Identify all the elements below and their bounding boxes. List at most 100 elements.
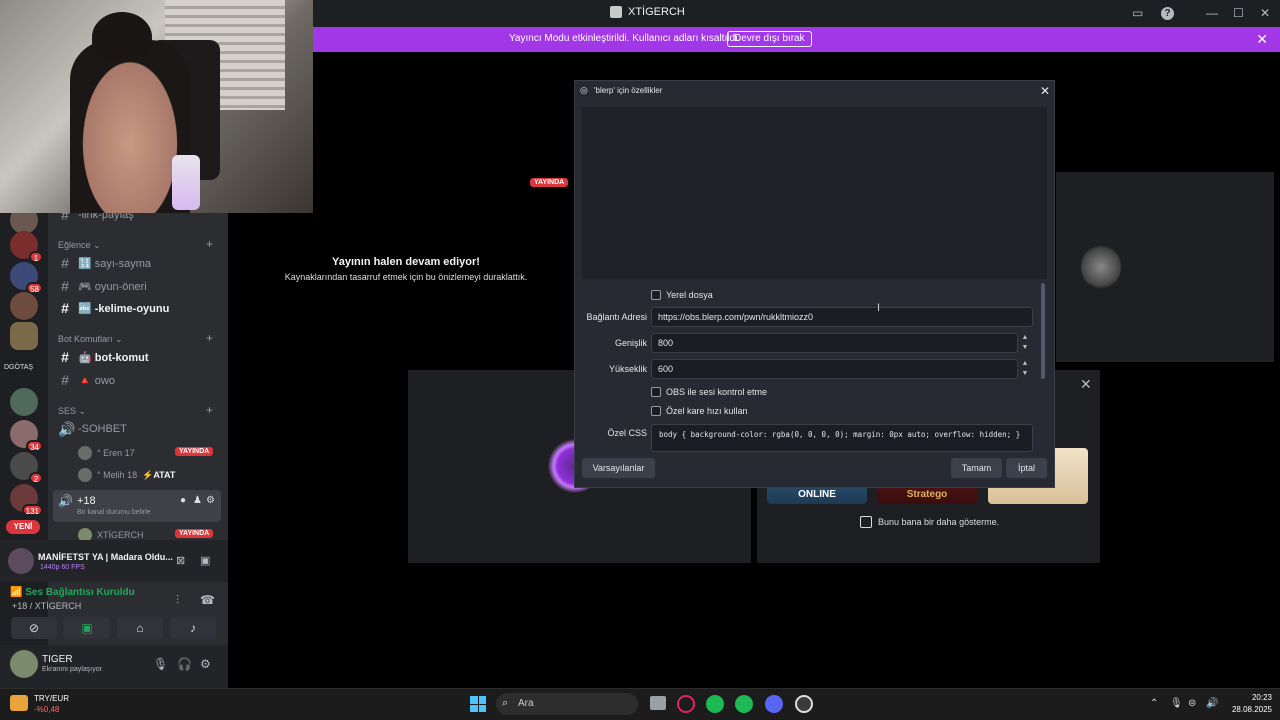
minimize-icon[interactable]: —: [1206, 6, 1218, 20]
add-user-icon[interactable]: ♟: [193, 495, 202, 506]
screen-share-button[interactable]: ▣: [64, 617, 110, 639]
tray-overflow-icon[interactable]: ⌃: [1150, 698, 1158, 709]
width-input[interactable]: 800: [651, 333, 1018, 353]
ticker-value: -%0,48: [34, 705, 60, 714]
height-input[interactable]: 600: [651, 359, 1018, 379]
gear-icon[interactable]: ⚙: [206, 495, 215, 506]
task-view-icon[interactable]: [650, 696, 666, 710]
voice-user[interactable]: ° Eren 17: [78, 446, 135, 460]
height-stepper[interactable]: ▲ ▼: [1018, 359, 1032, 379]
url-input[interactable]: https://obs.blerp.com/pwn/rukkltmiozz0: [651, 307, 1033, 327]
user-settings-gear-icon[interactable]: ⚙: [200, 657, 211, 671]
user-status: Ekranını paylaşıyor: [42, 666, 102, 673]
user-name: TIGER: [42, 654, 73, 665]
audio-control-checkbox[interactable]: [651, 387, 661, 397]
defaults-button[interactable]: Varsayılanlar: [582, 458, 655, 478]
ok-button[interactable]: Tamam: [951, 458, 1002, 478]
add-channel-icon[interactable]: +: [206, 403, 213, 417]
local-file-option[interactable]: Yerel dosya: [651, 290, 713, 300]
cam-person-head: [92, 12, 152, 62]
dont-show-again[interactable]: Bunu bana bir daha gösterme.: [860, 516, 999, 528]
server-icon[interactable]: [10, 322, 38, 350]
app-title: XTİGERCH: [610, 6, 685, 18]
channel-kelime-oyunu[interactable]: # 🔤 -kelime-oyunu: [58, 298, 223, 318]
server-icon[interactable]: [10, 388, 38, 416]
close-activity-card-icon[interactable]: ✕: [1080, 376, 1092, 393]
hash-icon: #: [61, 372, 69, 388]
inbox-icon[interactable]: ▭: [1132, 6, 1143, 20]
audio-control-option[interactable]: OBS ile sesi kontrol etme: [651, 387, 767, 397]
dialog-close-icon[interactable]: ✕: [1040, 84, 1050, 98]
url-label: Bağlantı Adresi: [586, 312, 647, 322]
live-badge: YAYINDA: [175, 529, 214, 538]
add-channel-icon[interactable]: +: [206, 237, 213, 251]
soundboard-button[interactable]: ♪: [170, 617, 216, 639]
voice-connection-status: 📶 Ses Bağlantısı Kuruldu: [10, 587, 135, 598]
taskbar-search[interactable]: Ara: [496, 693, 638, 715]
server-icon[interactable]: 1: [10, 231, 43, 263]
network-icon[interactable]: ⊜: [1188, 698, 1196, 709]
voice-channel-sohbet[interactable]: 🔊 -SOHBET: [58, 419, 223, 439]
ticker-name[interactable]: TRY/EUR: [34, 694, 69, 703]
start-icon[interactable]: [470, 696, 486, 712]
local-file-checkbox[interactable]: [651, 290, 661, 300]
category-ses[interactable]: SES ⌄: [58, 406, 86, 417]
stream-quality: 1440p 60 FPS: [40, 564, 85, 571]
channel-sayi-sayma[interactable]: # 🔢 sayı-sayma: [58, 253, 223, 273]
custom-fps-option[interactable]: Özel kare hızı kullan: [651, 406, 748, 416]
activity-button[interactable]: ⌂: [117, 617, 163, 639]
discord-icon[interactable]: [765, 695, 783, 713]
server-icon[interactable]: 131: [10, 484, 43, 516]
disable-streamer-mode-button[interactable]: Devre dışı bırak: [727, 31, 812, 47]
banner-close-icon[interactable]: ✕: [1256, 31, 1268, 48]
widget-icon[interactable]: [10, 695, 28, 711]
height-label: Yükseklik: [608, 364, 647, 374]
chat-icon[interactable]: ●: [180, 495, 186, 506]
spotify-icon[interactable]: [706, 695, 724, 713]
disconnect-icon[interactable]: ☎: [200, 593, 215, 607]
spotify-icon[interactable]: [735, 695, 753, 713]
opera-icon[interactable]: [677, 695, 695, 713]
stop-stream-icon[interactable]: ⊠: [176, 554, 185, 567]
dialog-scrollbar[interactable]: [1041, 283, 1045, 379]
server-icon[interactable]: 2: [10, 452, 43, 484]
maximize-icon[interactable]: ☐: [1233, 6, 1244, 20]
server-label: DGÖTAŞ: [4, 364, 34, 371]
category-eglence[interactable]: Eğlence ⌄: [58, 240, 101, 251]
server-icon[interactable]: [10, 292, 38, 320]
channel-owo[interactable]: # 🔺 owo: [58, 370, 223, 390]
microphone-icon[interactable]: 🎙: [1170, 698, 1183, 709]
avatar: [78, 468, 92, 482]
clock-time[interactable]: 20:23: [1232, 693, 1272, 702]
microphone-icon[interactable]: 🎙: [153, 657, 168, 671]
headphones-icon[interactable]: 🎧: [177, 657, 192, 671]
custom-fps-checkbox[interactable]: [651, 406, 661, 416]
avatar[interactable]: [10, 650, 38, 678]
add-channel-icon[interactable]: +: [206, 331, 213, 345]
volume-icon[interactable]: 🔊: [1206, 698, 1218, 709]
participant-avatar: [1081, 243, 1121, 291]
category-bot-komutlari[interactable]: Bot Komutları ⌄: [58, 334, 123, 345]
server-icon[interactable]: 34: [10, 420, 43, 452]
popout-icon[interactable]: ▣: [200, 554, 210, 567]
noise-suppression-icon[interactable]: ⫶: [176, 593, 179, 608]
close-window-icon[interactable]: ✕: [1260, 6, 1270, 20]
new-unreads-pill[interactable]: YENİ: [6, 520, 40, 534]
voice-channel-path[interactable]: +18 / XTİGERCH: [12, 601, 81, 611]
voice-channel-name: +18: [77, 495, 96, 507]
width-stepper[interactable]: ▲ ▼: [1018, 333, 1032, 353]
obs-icon[interactable]: [795, 695, 813, 713]
help-icon[interactable]: ?: [1161, 7, 1174, 20]
cancel-button[interactable]: İptal: [1006, 458, 1047, 478]
dont-show-checkbox[interactable]: [860, 516, 872, 528]
channel-bot-komut[interactable]: # 🤖 bot-komut: [58, 347, 223, 367]
channel-oyun-oneri[interactable]: # 🎮 oyun-öneri: [58, 276, 223, 296]
unread-badge: 1: [29, 251, 43, 263]
voice-user[interactable]: ° Melih 18 ⚡ATAT: [78, 468, 175, 482]
server-icon[interactable]: 58: [10, 262, 43, 294]
custom-css-textarea[interactable]: body { background-color: rgba(0, 0, 0, 0…: [651, 424, 1033, 452]
channel-status-hint[interactable]: Bir kanal durumu belirle: [77, 509, 151, 516]
paused-title: Yayının halen devam ediyor!: [332, 256, 480, 268]
clock-date[interactable]: 28.08.2025: [1224, 705, 1272, 714]
camera-button[interactable]: ⊘: [11, 617, 57, 639]
